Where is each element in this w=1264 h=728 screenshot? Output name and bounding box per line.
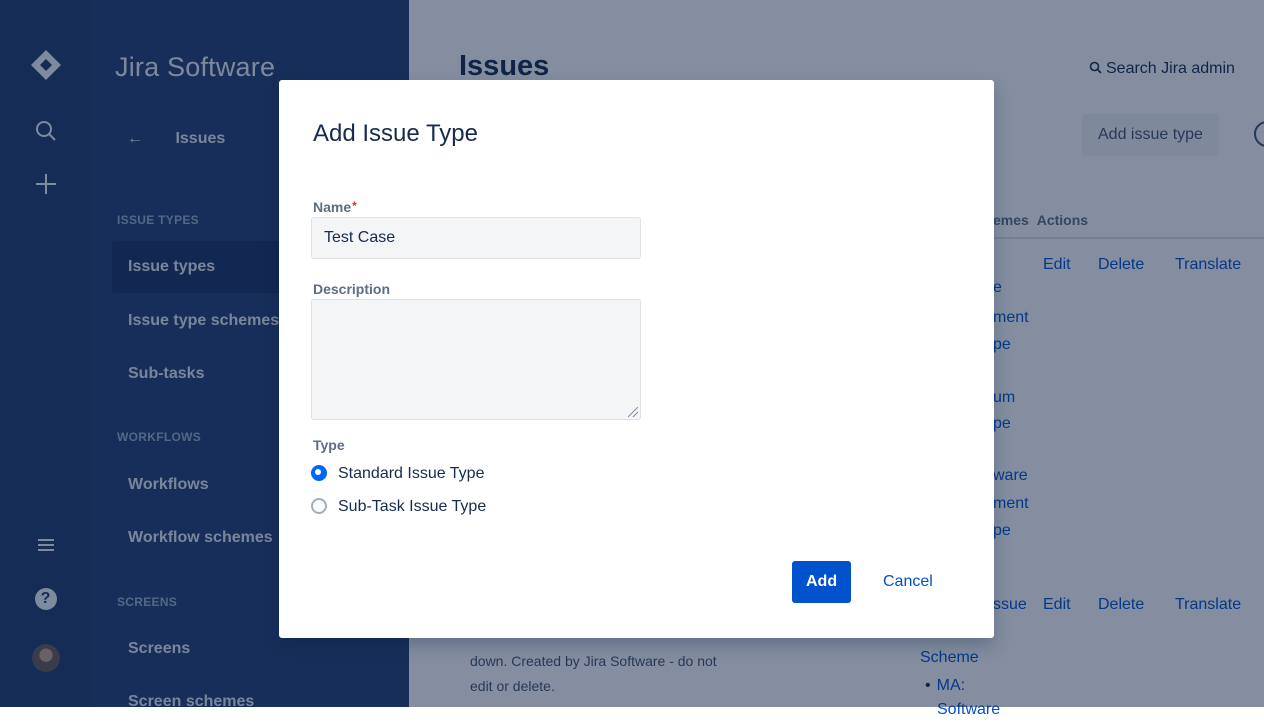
- type-label: Type: [313, 437, 345, 453]
- description-field[interactable]: [311, 299, 641, 420]
- radio-label: Standard Issue Type: [338, 465, 485, 482]
- cancel-button[interactable]: Cancel: [871, 561, 945, 603]
- radio-label: Sub-Task Issue Type: [338, 498, 487, 515]
- radio-standard-issue-type[interactable]: Standard Issue Type: [311, 463, 484, 485]
- radio-selected-icon[interactable]: [311, 465, 327, 481]
- resize-handle-icon[interactable]: [628, 407, 638, 417]
- radio-unselected-icon[interactable]: [311, 498, 327, 514]
- name-label-text: Name: [313, 199, 352, 215]
- description-label: Description: [313, 281, 391, 297]
- dialog-title: Add Issue Type: [313, 120, 478, 147]
- name-field[interactable]: [311, 217, 641, 259]
- add-button[interactable]: Add: [792, 561, 852, 603]
- radio-sub-task-issue-type[interactable]: Sub-Task Issue Type: [311, 496, 486, 518]
- name-label: Name*: [313, 199, 357, 215]
- required-marker: *: [352, 199, 357, 213]
- add-issue-type-dialog: Add Issue Type Name* Description Type St…: [279, 80, 994, 638]
